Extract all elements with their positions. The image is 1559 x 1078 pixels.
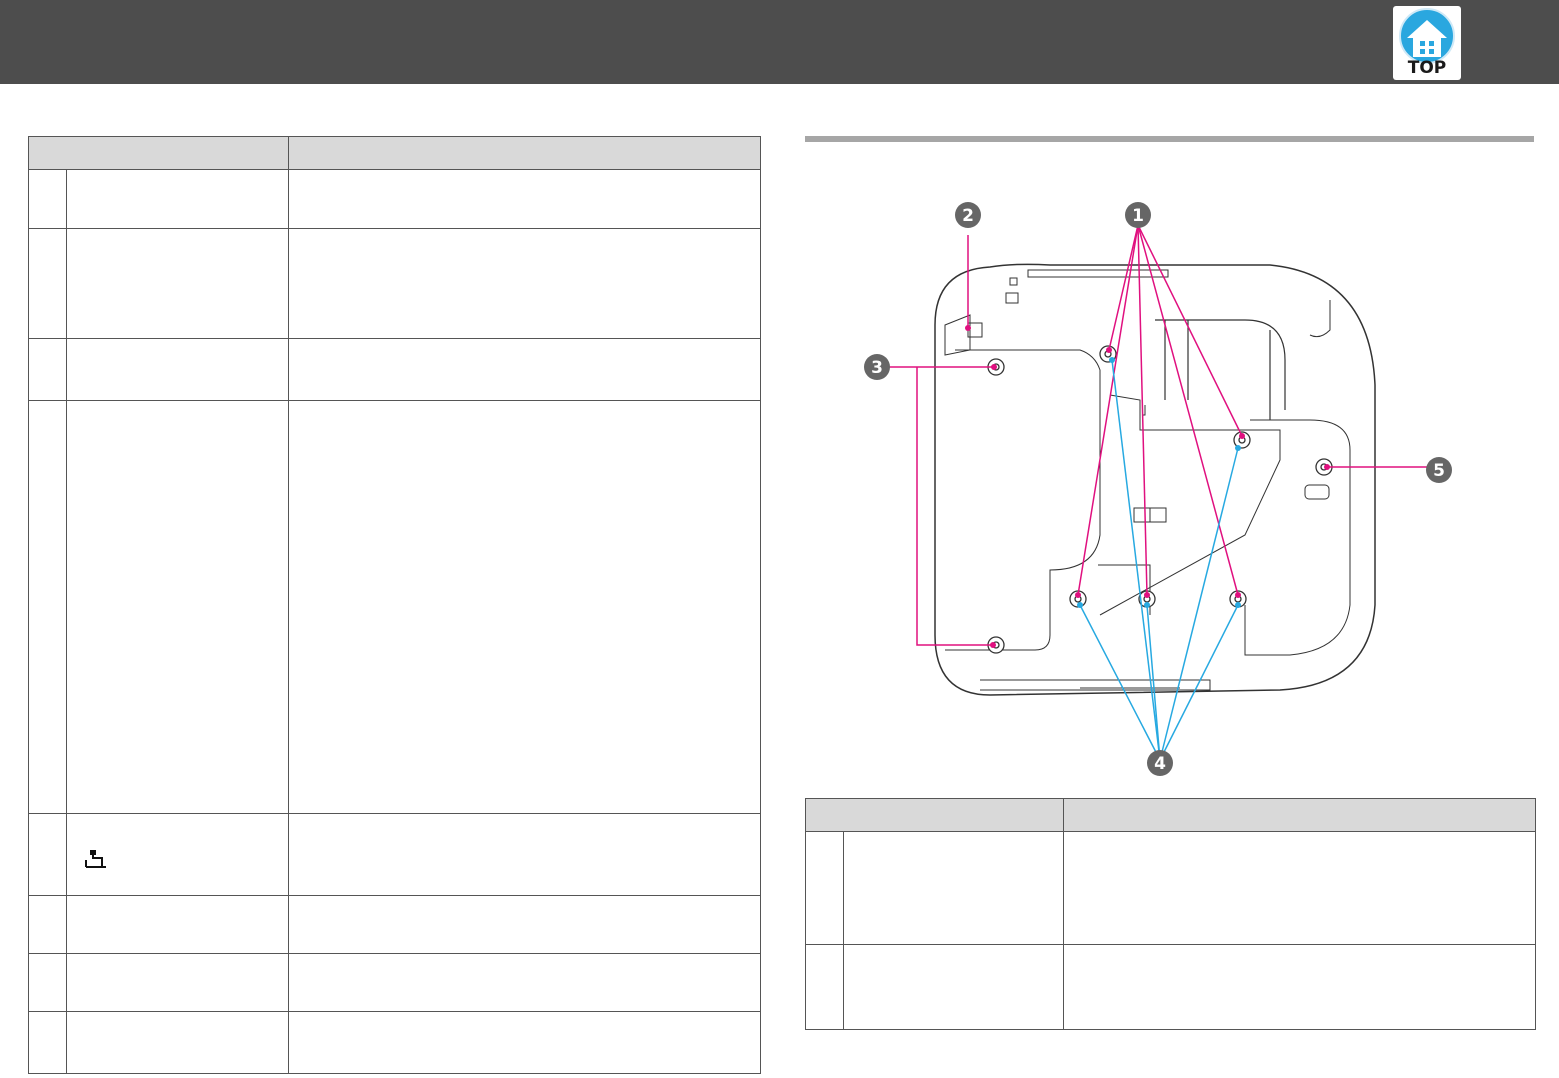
left-parts-table (28, 136, 761, 1074)
top-button[interactable]: TOP (1393, 6, 1461, 80)
header-cell-function (1063, 798, 1536, 832)
header-bar (0, 0, 1559, 84)
section-divider (805, 136, 1534, 142)
table-row (28, 895, 761, 954)
table-header (28, 136, 761, 170)
header-cell-function (288, 136, 761, 170)
magenta-leader-lines (887, 224, 1435, 646)
table-row (28, 1011, 761, 1074)
table-row (28, 169, 761, 229)
table-row (805, 831, 1536, 945)
svg-text:4: 4 (1154, 754, 1166, 774)
header-cell-name (28, 136, 289, 170)
right-parts-table (805, 798, 1536, 1030)
table-row (28, 338, 761, 401)
svg-text:3: 3 (871, 358, 883, 378)
table-row (28, 228, 761, 339)
svg-text:2: 2 (962, 206, 974, 226)
callout-1: 1 (1125, 202, 1151, 228)
callout-3: 3 (864, 354, 890, 380)
table-row (28, 953, 761, 1012)
callout-5: 5 (1426, 457, 1452, 483)
callout-4: 4 (1147, 750, 1173, 776)
table-row (28, 400, 761, 814)
security-cable-icon (85, 849, 107, 872)
projector-outline (934, 263, 1376, 696)
table-row (805, 944, 1536, 1030)
cyan-leader-lines (1079, 359, 1239, 761)
top-button-label: TOP (1407, 58, 1447, 78)
svg-text:1: 1 (1132, 206, 1144, 226)
svg-text:5: 5 (1433, 461, 1445, 481)
header-cell-name (805, 798, 1064, 832)
callout-2: 2 (955, 202, 981, 228)
projector-bottom-diagram: 1 2 3 4 5 (864, 202, 1452, 776)
table-header (805, 798, 1536, 832)
table-row (28, 813, 761, 896)
